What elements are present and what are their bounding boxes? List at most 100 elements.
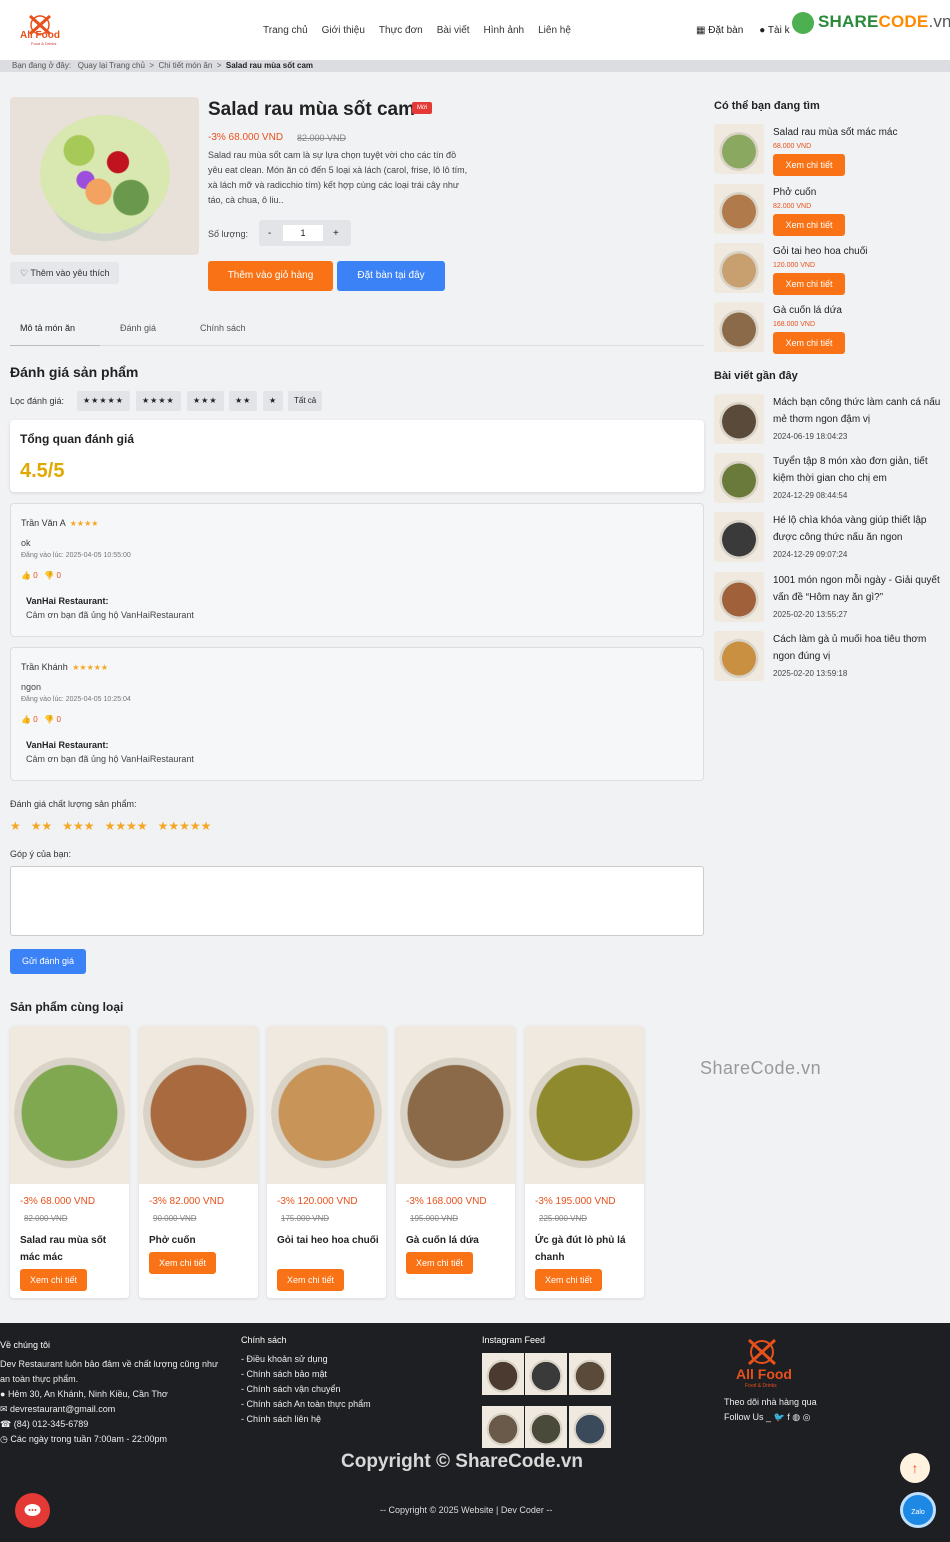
product-card[interactable]: -3% 120.000 VND 175.000 VND Gỏi tai heo …: [267, 1026, 386, 1298]
product-title: Salad rau mùa sốt cam: [208, 99, 415, 120]
sidebar-thumb: [714, 243, 764, 293]
post-title[interactable]: Mách bạn công thức làm canh cá nấu mẻ th…: [773, 394, 948, 428]
rate-2-stars[interactable]: ★★: [31, 819, 53, 833]
account-link[interactable]: ● Tài k: [759, 25, 789, 36]
rate-5-stars[interactable]: ★★★★★: [158, 819, 212, 833]
sidebar-product[interactable]: Salad rau mùa sốt mác mác 68.000 VND Xem…: [714, 124, 944, 176]
product-old-price: 82.000 VND: [297, 133, 347, 143]
nav-home[interactable]: Trang chủ: [263, 25, 308, 36]
like-icon[interactable]: 👍: [21, 571, 31, 580]
card-detail-button[interactable]: Xem chi tiết: [406, 1252, 474, 1274]
tab-reviews[interactable]: Đánh giá: [120, 318, 156, 346]
quantity-input[interactable]: 1: [283, 225, 323, 241]
card-detail-button[interactable]: Xem chi tiết: [20, 1269, 88, 1291]
product-card[interactable]: -3% 195.000 VND 225.000 VND Ức gà đút lò…: [525, 1026, 644, 1298]
card-detail-button[interactable]: Xem chi tiết: [535, 1269, 603, 1291]
nav-menu[interactable]: Thực đơn: [379, 25, 423, 36]
sidebar-product[interactable]: Gà cuốn lá dứa 168.000 VND Xem chi tiết: [714, 302, 944, 354]
zalo-chat-button[interactable]: Zalo: [900, 1492, 936, 1528]
breadcrumb-home[interactable]: Quay lại Trang chủ: [78, 61, 145, 70]
rate-3-stars[interactable]: ★★★: [62, 819, 94, 833]
card-price: -3% 120.000 VND: [277, 1196, 358, 1207]
sidebar-product-name: Salad rau mùa sốt mác mác: [773, 127, 898, 138]
instagram-photo[interactable]: [569, 1406, 611, 1448]
instagram-photo[interactable]: [525, 1406, 567, 1448]
sidebar-detail-button[interactable]: Xem chi tiết: [773, 154, 845, 176]
filter-1-star[interactable]: ★: [263, 391, 284, 411]
recent-post[interactable]: Mách bạn công thức làm canh cá nấu mẻ th…: [714, 394, 944, 444]
post-thumb: [714, 572, 764, 622]
facebook-icon[interactable]: f: [787, 1412, 790, 1422]
card-detail-button[interactable]: Xem chi tiết: [277, 1269, 345, 1291]
tab-policy[interactable]: Chính sách: [200, 318, 246, 346]
instagram-icon[interactable]: ◎: [803, 1412, 811, 1422]
policy-link-food-safety[interactable]: - Chính sách An toàn thực phẩm: [241, 1397, 371, 1412]
footer-email[interactable]: ✉ devrestaurant@gmail.com: [0, 1402, 115, 1417]
card-price: -3% 168.000 VND: [406, 1196, 487, 1207]
sidebar-product[interactable]: Gỏi tai heo hoa chuối 120.000 VND Xem ch…: [714, 243, 944, 295]
filter-all[interactable]: Tất cả: [288, 391, 323, 411]
product-card[interactable]: -3% 82.000 VND 90.000 VND Phở cuốn Xem c…: [139, 1026, 258, 1298]
rate-4-stars[interactable]: ★★★★: [105, 819, 148, 833]
sidebar-detail-button[interactable]: Xem chi tiết: [773, 332, 845, 354]
post-title[interactable]: 1001 món ngon mỗi ngày - Giải quyết vấn …: [773, 572, 948, 606]
instagram-photo[interactable]: [482, 1406, 524, 1448]
instagram-photo[interactable]: [569, 1353, 611, 1395]
scroll-top-button[interactable]: ↑: [900, 1453, 930, 1483]
product-card[interactable]: -3% 168.000 VND 195.000 VND Gà cuốn lá d…: [396, 1026, 515, 1298]
quantity-plus-button[interactable]: +: [333, 228, 339, 239]
instagram-photo[interactable]: [482, 1353, 524, 1395]
dislike-icon[interactable]: 👎: [44, 571, 54, 580]
rate-1-star[interactable]: ★: [10, 819, 21, 833]
filter-5-stars[interactable]: ★★★★★: [77, 391, 130, 411]
nav-gallery[interactable]: Hình ảnh: [484, 25, 525, 36]
sidebar-product[interactable]: Phở cuốn 82.000 VND Xem chi tiết: [714, 184, 944, 236]
twitter-icon[interactable]: 🐦: [774, 1412, 785, 1422]
book-table-link[interactable]: ▦ Đặt bàn: [696, 25, 743, 36]
recent-post[interactable]: Hé lộ chìa khóa vàng giúp thiết lập được…: [714, 512, 944, 562]
submit-review-button[interactable]: Gửi đánh giá: [10, 949, 86, 974]
product-card-image: [10, 1026, 129, 1184]
post-title[interactable]: Cách làm gà ủ muối hoa tiêu thơm ngon đú…: [773, 631, 948, 665]
tab-description[interactable]: Mô tả món ăn: [10, 318, 100, 346]
add-to-cart-button[interactable]: Thêm vào giỏ hàng: [208, 261, 333, 291]
instagram-photo[interactable]: [525, 1353, 567, 1395]
filter-2-stars[interactable]: ★★: [229, 391, 258, 411]
policy-link-privacy[interactable]: - Chính sách bảo mật: [241, 1367, 327, 1382]
sidebar-detail-button[interactable]: Xem chi tiết: [773, 214, 845, 236]
recent-post[interactable]: Tuyển tập 8 món xào đơn giản, tiết kiệm …: [714, 453, 944, 503]
footer-phone[interactable]: ☎ (84) 012-345-6789: [0, 1417, 88, 1432]
policy-link-contact[interactable]: - Chính sách liên hệ: [241, 1412, 321, 1427]
card-name: Gà cuốn lá dứa: [406, 1235, 479, 1246]
comment-textarea[interactable]: [10, 866, 704, 936]
policy-link-terms[interactable]: - Điều khoản sử dụng: [241, 1352, 328, 1367]
product-tabs: Mô tả món ăn Đánh giá Chính sách: [10, 318, 704, 346]
post-title[interactable]: Tuyển tập 8 món xào đơn giản, tiết kiệm …: [773, 453, 948, 487]
footer-copyright: -- Copyright © 2025 Website | Dev Coder …: [380, 1505, 553, 1515]
policy-link-shipping[interactable]: - Chính sách vận chuyển: [241, 1382, 341, 1397]
wishlist-button[interactable]: ♡ Thêm vào yêu thích: [10, 262, 120, 284]
nav-contact[interactable]: Liên hệ: [538, 25, 571, 36]
filter-3-stars[interactable]: ★★★: [187, 391, 224, 411]
quantity-minus-button[interactable]: -: [268, 228, 271, 239]
like-icon[interactable]: 👍: [21, 715, 31, 724]
filter-4-stars[interactable]: ★★★★: [136, 391, 181, 411]
book-table-button[interactable]: Đặt bàn tại đây: [337, 261, 445, 291]
recent-post[interactable]: Cách làm gà ủ muối hoa tiêu thơm ngon đú…: [714, 631, 944, 681]
breadcrumb-detail[interactable]: Chi tiết món ăn: [158, 61, 212, 70]
recent-post[interactable]: 1001 món ngon mỗi ngày - Giải quyết vấn …: [714, 572, 944, 622]
nav-about[interactable]: Giới thiệu: [322, 25, 365, 36]
product-card-image: [139, 1026, 258, 1184]
nav-posts[interactable]: Bài viết: [437, 25, 470, 36]
footer-about-heading: Về chúng tôi: [0, 1340, 51, 1350]
sidebar-detail-button[interactable]: Xem chi tiết: [773, 273, 845, 295]
card-detail-button[interactable]: Xem chi tiết: [149, 1252, 217, 1274]
sidebar-thumb: [714, 302, 764, 352]
globe-icon[interactable]: ◍: [792, 1412, 800, 1422]
post-thumb: [714, 394, 764, 444]
product-card[interactable]: -3% 68.000 VND 82.000 VND Salad rau mùa …: [10, 1026, 129, 1298]
chat-bubble-button[interactable]: [15, 1493, 50, 1528]
dislike-icon[interactable]: 👎: [44, 715, 54, 724]
post-title[interactable]: Hé lộ chìa khóa vàng giúp thiết lập được…: [773, 512, 948, 546]
card-old-price: 175.000 VND: [281, 1214, 330, 1223]
